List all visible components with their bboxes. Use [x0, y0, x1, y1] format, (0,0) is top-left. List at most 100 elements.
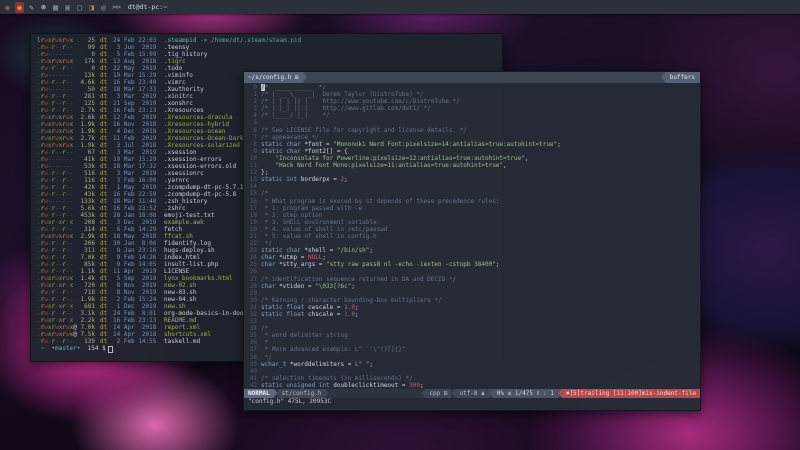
vim-line: 19 * 3: SHELL environment variable: [244, 219, 700, 226]
line-number: 0: [244, 84, 257, 91]
desktop: ◉●✎☻▦▣▢◨◎ ><> dt@dt-pc:~ lrwxrwxrwx25dt2…: [0, 0, 800, 450]
file-name: .xinitrc: [164, 93, 193, 100]
file-row: .rw-r--r--99dt 3 Jun 2019.teensy: [37, 44, 502, 51]
vim-buffer-tab[interactable]: ~/s/config.h ⊞: [244, 72, 303, 83]
file-name: .Xresources-Ocean-Dark: [164, 135, 243, 142]
line-number: 38: [244, 354, 257, 361]
file-name: ffcat.sh: [164, 233, 193, 240]
file-row: .rw-------0dt 5 Feb 15:09.tig_history: [37, 51, 502, 58]
line-number: 37: [244, 346, 257, 353]
line-number: 33: [244, 318, 257, 325]
taskbar[interactable]: ◉●✎☻▦▣▢◨◎ ><> dt@dt-pc:~: [0, 0, 800, 14]
vim-line: 13static int borderpx = 2;: [244, 176, 700, 183]
vim-line: 36 *: [244, 339, 700, 346]
vim-line: 39wchar_t *worddelimiters = L" ";: [244, 361, 700, 368]
vim-line: 40: [244, 368, 700, 375]
line-number: 8: [244, 141, 257, 148]
vim-line: 22 */: [244, 240, 700, 247]
prompt-git-branch: •master•: [51, 345, 80, 352]
user-icon[interactable]: ☻: [39, 2, 48, 13]
vim-line: 14: [244, 183, 700, 190]
file-name: new-04.sh: [164, 296, 197, 303]
statusline-filename: st/config.h: [278, 389, 326, 398]
file-name: .Xresources-solarized: [164, 142, 240, 149]
line-number: 27: [244, 276, 257, 283]
line-number: 39: [244, 361, 257, 368]
display-icon[interactable]: ▢: [75, 2, 84, 13]
file-name: example.awk: [164, 219, 204, 226]
vim-mode-indicator: NORMAL: [244, 389, 274, 398]
line-number: 5: [244, 119, 257, 126]
file-name: .xonshrc: [164, 100, 193, 107]
vim-line: 8static char *font = "Mononoki Nerd Font…: [244, 141, 700, 148]
file-name: .steampid: [164, 37, 197, 44]
line-number: 14: [244, 183, 257, 190]
file-name: .zcompdump-dt-pc-5.8: [164, 191, 236, 198]
line-number: 10: [244, 155, 257, 162]
record-icon[interactable]: ◎: [99, 2, 108, 13]
statusline-filetype: cpp ⊞: [425, 389, 451, 398]
file-name: .Xauthority: [164, 86, 204, 93]
lines-icon: ≡: [508, 390, 512, 397]
line-number: 2: [244, 98, 257, 105]
vim-line: 18 * 2: utmp option: [244, 212, 700, 219]
vim-statusline: NORMAL st/config.h cpp ⊞ utf-8 ♟ 0% ≡ 1/…: [244, 389, 700, 398]
taskbar-icons: ◉●✎☻▦▣▢◨◎: [0, 2, 108, 13]
folder-icon[interactable]: ▣: [63, 2, 72, 13]
line-number: 34: [244, 325, 257, 332]
file-name: taskell.md: [164, 338, 200, 345]
file-name: .xsession: [164, 149, 197, 156]
file-name: .zsh_history: [164, 198, 207, 205]
vim-code-area[interactable]: 0/* ____ _____ */1/* | _ \_ _| Derek Tay…: [244, 83, 700, 389]
file-name: .xsessionrc: [164, 170, 204, 177]
image-icon[interactable]: ▦: [51, 2, 60, 13]
vim-line: 29: [244, 290, 700, 297]
vim-line: 33: [244, 318, 700, 325]
line-number: 35: [244, 332, 257, 339]
vim-line: 37 * More advanced example: L" `'\"()[]{…: [244, 346, 700, 353]
file-row: .rwxrwxrwx17kdt13 Aug 2018.tigrc: [37, 58, 502, 65]
file-name: lynx_bookmarks.html: [164, 275, 233, 282]
file-name: .xsession-errors: [164, 156, 222, 163]
line-number: 6: [244, 127, 257, 134]
taskbar-window-title[interactable]: dt@dt-pc:~: [128, 3, 167, 11]
line-number: 12: [244, 169, 257, 176]
file-name: new.sh: [164, 303, 186, 310]
vim-line: 5: [244, 119, 700, 126]
terminal-window-vim[interactable]: ~/s/config.h ⊞ buffers 0/* ____ _____ */…: [243, 71, 701, 411]
statusline-encoding: utf-8 ♟: [455, 389, 488, 398]
vim-line: 16 * What program is execed by st depend…: [244, 198, 700, 205]
line-number: 32: [244, 311, 257, 318]
prompt-symbol: $: [102, 345, 106, 352]
line-number: 40: [244, 368, 257, 375]
file-name: .viminfo: [164, 72, 193, 79]
file-name: shortcuts.xml: [164, 331, 211, 338]
line-number: 19: [244, 219, 257, 226]
fish-shell-icon[interactable]: ><>: [112, 4, 120, 11]
edit-icon[interactable]: ✎: [27, 2, 36, 13]
vim-line: 6/* See LICENSE file for copyright and l…: [244, 127, 700, 134]
vim-line: 38 */: [244, 354, 700, 361]
line-number: 11: [244, 162, 257, 169]
launcher-icon-1[interactable]: ◉: [3, 2, 12, 13]
file-name: .zcompdump-dt-pc-5.7.1: [164, 184, 243, 191]
file-name: insult-list.php: [164, 261, 218, 268]
vim-line: 41/* selection timeouts (in milliseconds…: [244, 375, 700, 382]
file-name: .vimrc: [164, 79, 186, 86]
line-number: 24: [244, 254, 257, 261]
line-number: 16: [244, 198, 257, 205]
files-icon[interactable]: ◨: [87, 2, 96, 13]
file-name: .Xresources: [164, 107, 204, 114]
file-name: .tigrc: [164, 58, 186, 65]
unix-fileformat-icon: ♟: [481, 390, 485, 397]
line-number: 31: [244, 304, 257, 311]
statusline-whitespace-warning: ✖[5]trailing [11:100]mix-indent-file: [562, 389, 700, 398]
column-label: ℓ :: [537, 390, 547, 397]
active-task-icon[interactable]: ●: [15, 2, 24, 13]
vim-line: 34/*: [244, 325, 700, 332]
prompt-count: 154: [88, 345, 99, 352]
vim-command-line: "config.h" 475L, 20953C: [244, 398, 700, 406]
file-name: .Xresources-hybrid: [164, 121, 229, 128]
vim-line: 23static char *shell = "/bin/sh";: [244, 247, 700, 254]
line-number: 21: [244, 233, 257, 240]
